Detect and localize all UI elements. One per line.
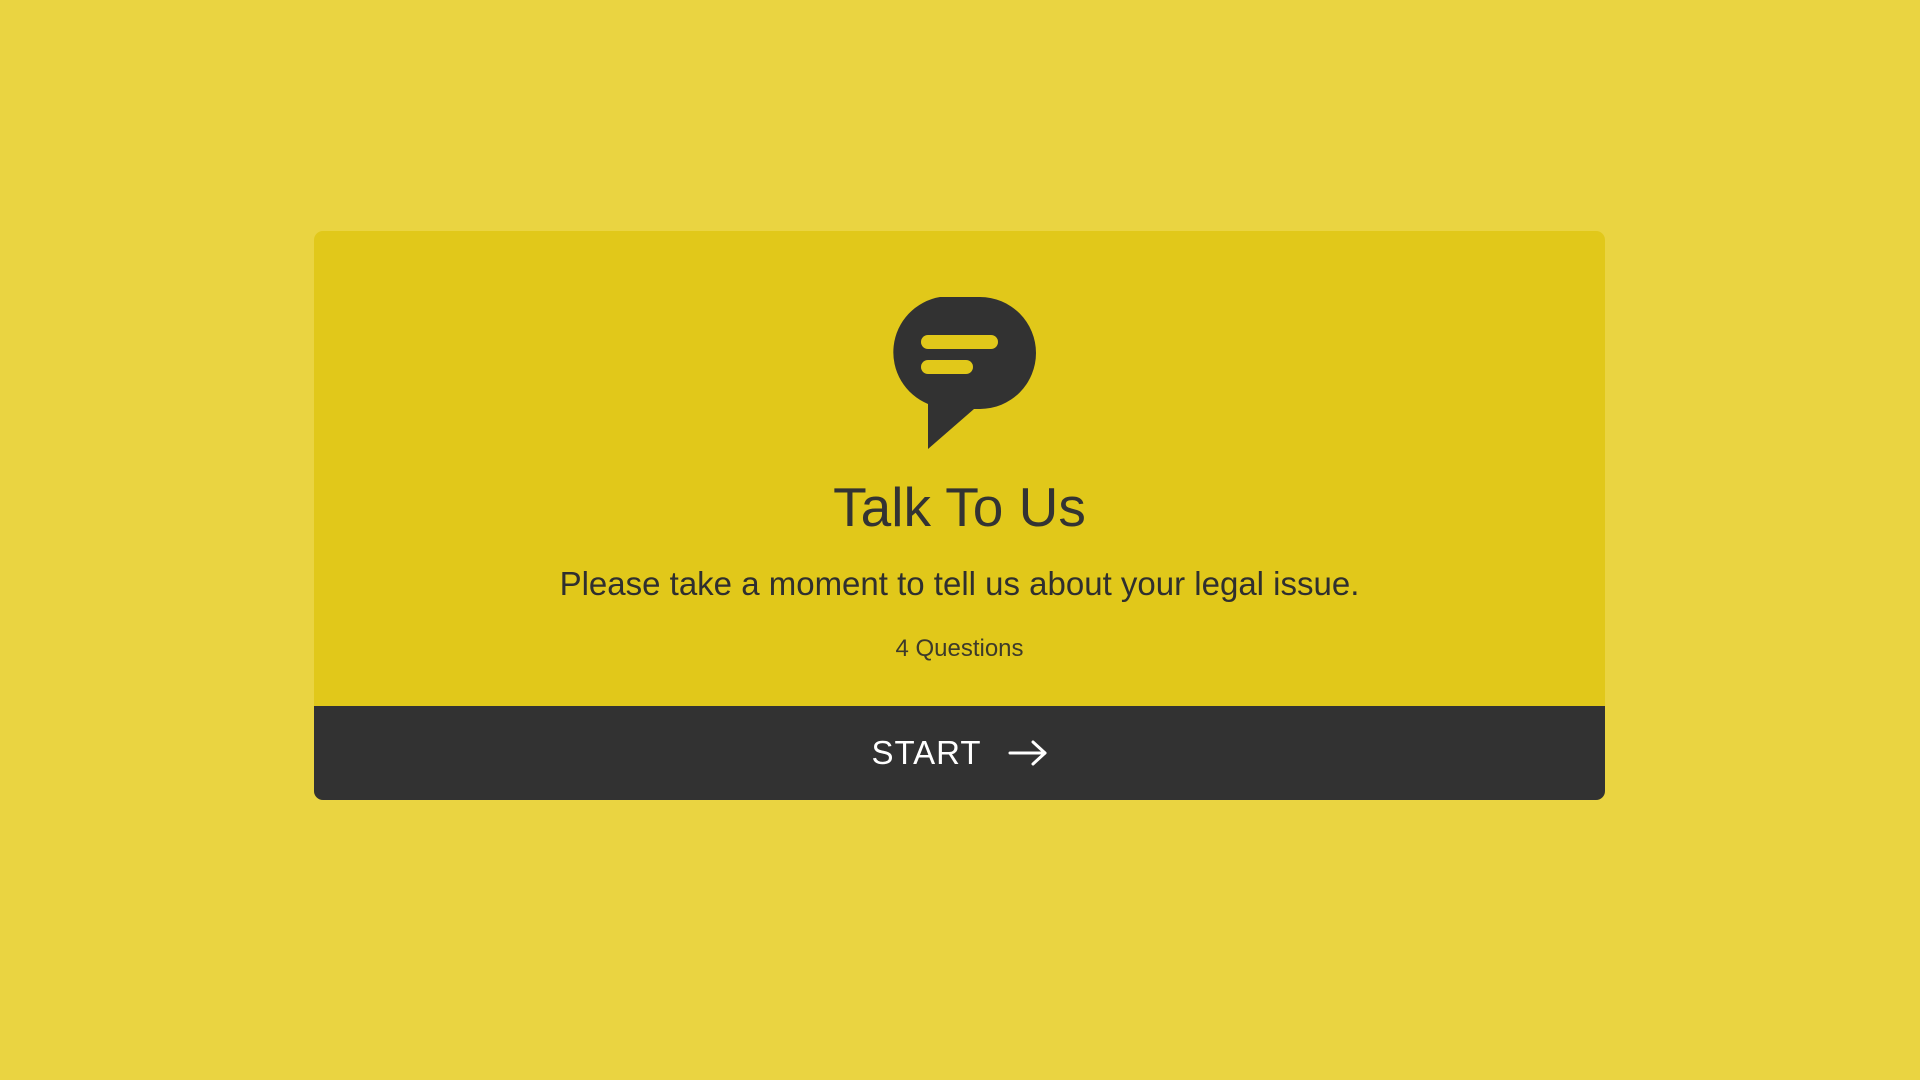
subtitle: Please take a moment to tell us about yo… xyxy=(559,565,1360,602)
question-count: 4 Questions xyxy=(895,635,1024,662)
card-body: Talk To Us Please take a moment to tell … xyxy=(314,231,1605,706)
intro-card: Talk To Us Please take a moment to tell … xyxy=(314,231,1605,800)
arrow-right-icon xyxy=(1008,739,1048,767)
chat-bubble-icon xyxy=(884,297,1036,451)
page-title: Talk To Us xyxy=(833,476,1086,538)
start-button-label: START xyxy=(871,734,982,771)
start-button[interactable]: START xyxy=(314,706,1605,800)
